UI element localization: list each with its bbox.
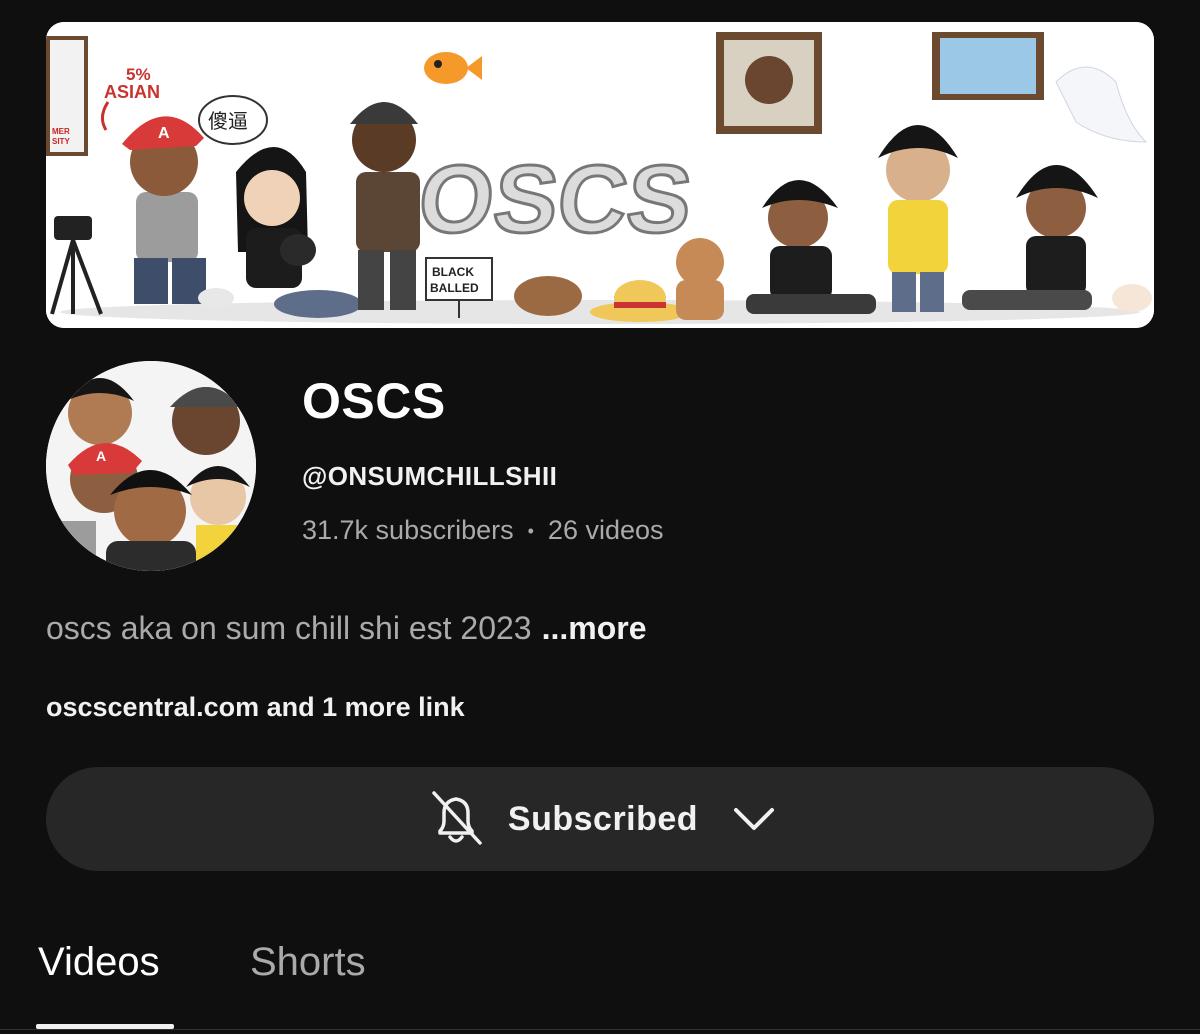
channel-name: OSCS — [302, 373, 446, 429]
svg-text:MER: MER — [52, 127, 70, 136]
channel-banner: MER SITY 5% ASIAN A 傻逼 OSCS BLACK BALLED — [46, 22, 1154, 328]
svg-text:ASIAN: ASIAN — [104, 82, 160, 102]
tab-videos[interactable]: Videos — [38, 940, 160, 985]
channel-avatar[interactable]: A — [46, 361, 256, 571]
tab-shorts[interactable]: Shorts — [250, 940, 366, 985]
subscribed-label: Subscribed — [507, 799, 699, 838]
channel-description[interactable]: oscs aka on sum chill shi est 2023 ...mor… — [46, 610, 647, 647]
banner-artwork: MER SITY 5% ASIAN A 傻逼 OSCS BLACK BALLED — [46, 22, 1154, 328]
svg-text:A: A — [96, 448, 106, 464]
svg-text:SITY: SITY — [52, 137, 70, 146]
subscribed-button[interactable]: Subscribed — [46, 767, 1154, 871]
svg-text:A: A — [158, 125, 170, 142]
svg-text:OSCS: OSCS — [414, 146, 697, 253]
video-count: 26 videos — [547, 515, 664, 545]
more-link[interactable]: ...more — [542, 610, 647, 646]
avatar-artwork: A — [46, 361, 256, 571]
stats-separator: • — [527, 521, 534, 542]
channel-links[interactable]: oscscentral.com and 1 more link — [46, 692, 465, 723]
channel-stats: 31.7k subscribers • 26 videos — [302, 515, 664, 546]
bell-off-icon — [432, 791, 482, 845]
chevron-down-icon — [734, 808, 775, 830]
svg-text:傻逼: 傻逼 — [208, 110, 248, 133]
tabs-divider — [0, 1029, 1200, 1030]
channel-handle: @ONSUMCHILLSHII — [302, 461, 558, 491]
svg-text:BALLED: BALLED — [430, 281, 479, 295]
svg-text:BLACK: BLACK — [432, 265, 474, 279]
description-text: oscs aka on sum chill shi est 2023 — [46, 610, 532, 646]
subscriber-count: 31.7k subscribers — [302, 515, 514, 545]
